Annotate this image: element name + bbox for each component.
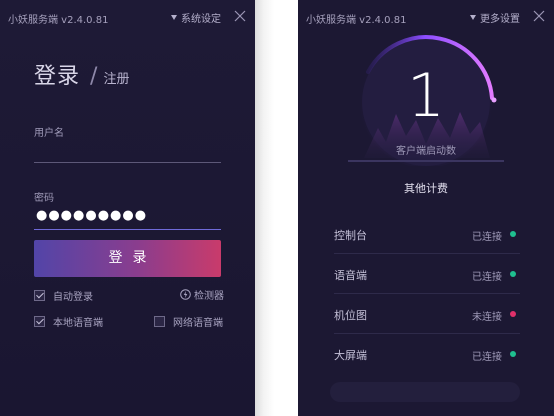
app-title: 小妖服务端 v2.4.0.81	[306, 15, 407, 26]
more-settings-label: 更多设置	[480, 14, 520, 25]
status-window: 小妖服务端 v2.4.0.81 更多设置 1 客户端启动数 其他计费 控制台 已…	[298, 0, 554, 416]
auto-login-option[interactable]: 自动登录	[34, 288, 93, 303]
status-dot-icon	[510, 231, 516, 237]
detector-button[interactable]: 检测器	[180, 287, 224, 302]
local-voice-option[interactable]: 本地语音端	[34, 314, 103, 329]
triangle-down-icon	[470, 15, 476, 20]
connection-row-console[interactable]: 控制台 已连接	[334, 214, 520, 254]
client-count-value: 1	[406, 61, 446, 131]
connection-row-bigscreen[interactable]: 大屏端 已连接	[334, 334, 520, 374]
screenshot-stage: 小妖服务端 v2.4.0.81 系统设定 登录 / 注册 用户名 密码 ●●●●●●…	[0, 0, 554, 416]
connection-status: 已连接	[472, 272, 502, 283]
login-heading: 登录 / 注册	[34, 58, 129, 90]
network-voice-checkbox[interactable]	[154, 316, 165, 327]
status-dot-icon	[510, 351, 516, 357]
lightning-circle-icon	[180, 289, 191, 300]
local-voice-checkbox[interactable]	[34, 316, 45, 327]
status-dot-icon	[510, 311, 516, 317]
connection-name: 语音端	[334, 269, 367, 282]
system-settings-label: 系统设定	[181, 14, 221, 25]
detector-label: 检测器	[194, 291, 224, 302]
username-underline	[34, 162, 221, 163]
bottom-bar	[330, 382, 520, 402]
more-settings-menu[interactable]: 更多设置	[470, 10, 520, 25]
login-title: 登录	[34, 64, 81, 89]
connection-name: 机位图	[334, 309, 367, 322]
password-input[interactable]: ●●●●●●●●●	[36, 208, 147, 223]
register-link[interactable]: 注册	[103, 72, 129, 87]
client-count-label: 客户端启动数	[396, 146, 456, 157]
connection-list: 控制台 已连接 语音端 已连接 机位图 未连接 大屏端 已连接	[334, 214, 520, 374]
password-label: 密码	[34, 193, 54, 204]
login-button[interactable]: 登录	[34, 240, 221, 277]
connection-status: 已连接	[472, 232, 502, 243]
system-settings-menu[interactable]: 系统设定	[171, 10, 221, 25]
close-icon[interactable]	[233, 9, 247, 23]
connection-name: 大屏端	[334, 349, 367, 362]
app-title: 小妖服务端 v2.4.0.81	[8, 15, 109, 26]
network-voice-option[interactable]: 网络语音端	[154, 314, 223, 329]
password-underline	[34, 229, 221, 230]
status-titlebar: 小妖服务端 v2.4.0.81 更多设置	[298, 0, 554, 34]
connection-row-voice[interactable]: 语音端 已连接	[334, 254, 520, 294]
triangle-down-icon	[171, 15, 177, 20]
local-voice-label: 本地语音端	[53, 318, 103, 329]
connection-status: 未连接	[472, 312, 502, 323]
window-divider	[255, 0, 298, 416]
connection-status: 已连接	[472, 352, 502, 363]
network-voice-label: 网络语音端	[173, 318, 223, 329]
close-icon[interactable]	[532, 9, 546, 23]
login-titlebar: 小妖服务端 v2.4.0.81 系统设定	[0, 0, 255, 34]
auto-login-checkbox[interactable]	[34, 290, 45, 301]
username-input[interactable]	[34, 136, 221, 160]
status-dot-icon	[510, 271, 516, 277]
heading-separator: /	[90, 64, 98, 89]
login-window: 小妖服务端 v2.4.0.81 系统设定 登录 / 注册 用户名 密码 ●●●●●●…	[0, 0, 255, 416]
auto-login-label: 自动登录	[53, 292, 93, 303]
other-billing-label: 其他计费	[404, 182, 448, 195]
connection-row-seatmap[interactable]: 机位图 未连接	[334, 294, 520, 334]
connection-name: 控制台	[334, 229, 367, 242]
